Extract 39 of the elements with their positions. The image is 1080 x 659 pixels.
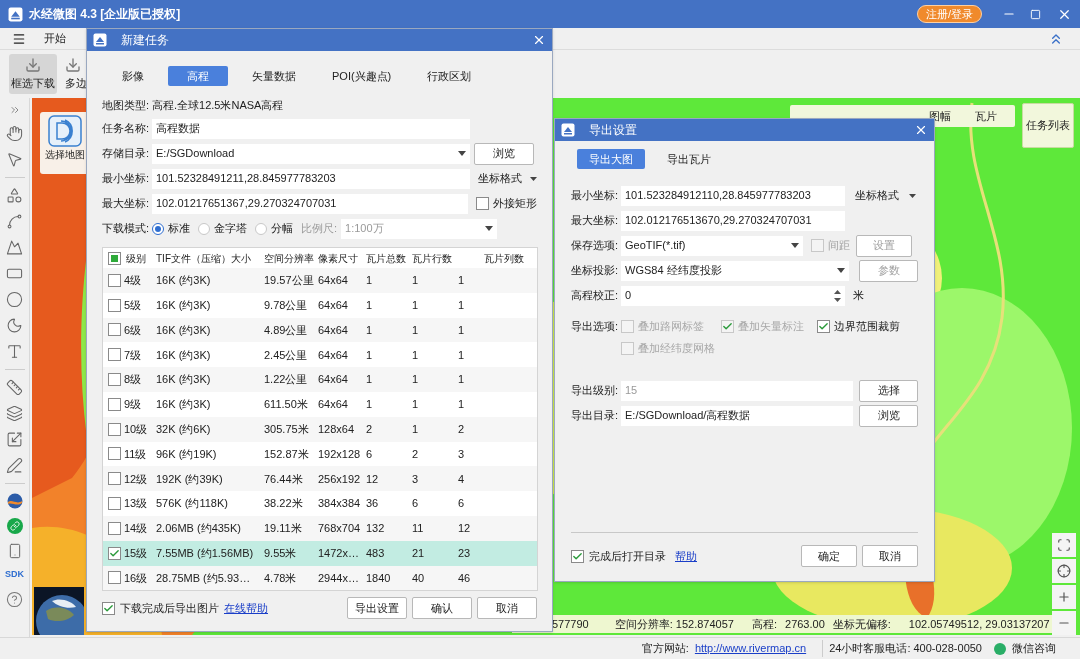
wechat-icon[interactable]	[994, 642, 1006, 655]
area-icon[interactable]	[6, 239, 23, 256]
link-icon[interactable]	[6, 518, 23, 534]
download-icon	[65, 56, 81, 73]
crescent-icon[interactable]	[6, 317, 23, 334]
dialog-tab[interactable]: 高程	[168, 66, 228, 86]
dialog-tab[interactable]: 影像	[110, 66, 156, 86]
status-link[interactable]: 微信咨询	[1012, 640, 1056, 657]
app-logo-icon	[8, 6, 23, 22]
website-link[interactable]: http://www.rivermap.cn	[694, 640, 807, 657]
dialog-tab[interactable]: 行政区划	[415, 66, 484, 86]
close-icon[interactable]	[532, 33, 546, 47]
app-title: 水经微图 4.3 [企业版已授权]	[29, 6, 182, 23]
ribbon-button[interactable]: 框选下载	[9, 54, 57, 94]
shapes-icon[interactable]	[6, 187, 23, 204]
hand-icon[interactable]	[6, 125, 23, 142]
sdk-button[interactable]: SDK	[5, 568, 24, 582]
status-text: 24小时客服电话: 400-028-0050	[822, 640, 982, 657]
double-chevron-icon[interactable]	[8, 104, 21, 116]
colored-logo-icon[interactable]	[6, 493, 23, 509]
text-icon[interactable]	[6, 343, 23, 360]
polyline-icon[interactable]	[6, 213, 23, 230]
layers-icon[interactable]	[6, 405, 23, 422]
menu-icon[interactable]	[12, 31, 26, 46]
ruler-icon[interactable]	[6, 379, 23, 396]
scaling-icon[interactable]	[6, 431, 23, 448]
dialog-title: 新建任务	[121, 32, 170, 49]
maximize-icon[interactable]	[1030, 8, 1041, 20]
download-icon	[25, 56, 41, 73]
dialog-tab[interactable]: POI(兴趣点)	[320, 66, 404, 86]
help-icon[interactable]	[6, 590, 23, 608]
pointer-icon[interactable]	[6, 151, 23, 168]
status-label: 官方网站:	[641, 641, 689, 657]
ribbon-button[interactable]: 多边	[65, 54, 89, 94]
menu-tab[interactable]: 开始	[44, 30, 66, 47]
app-logo-icon	[93, 33, 107, 47]
pen-icon[interactable]	[6, 457, 23, 474]
circle-icon[interactable]	[6, 291, 23, 308]
dialog-tab[interactable]: 矢量数据	[240, 66, 308, 86]
